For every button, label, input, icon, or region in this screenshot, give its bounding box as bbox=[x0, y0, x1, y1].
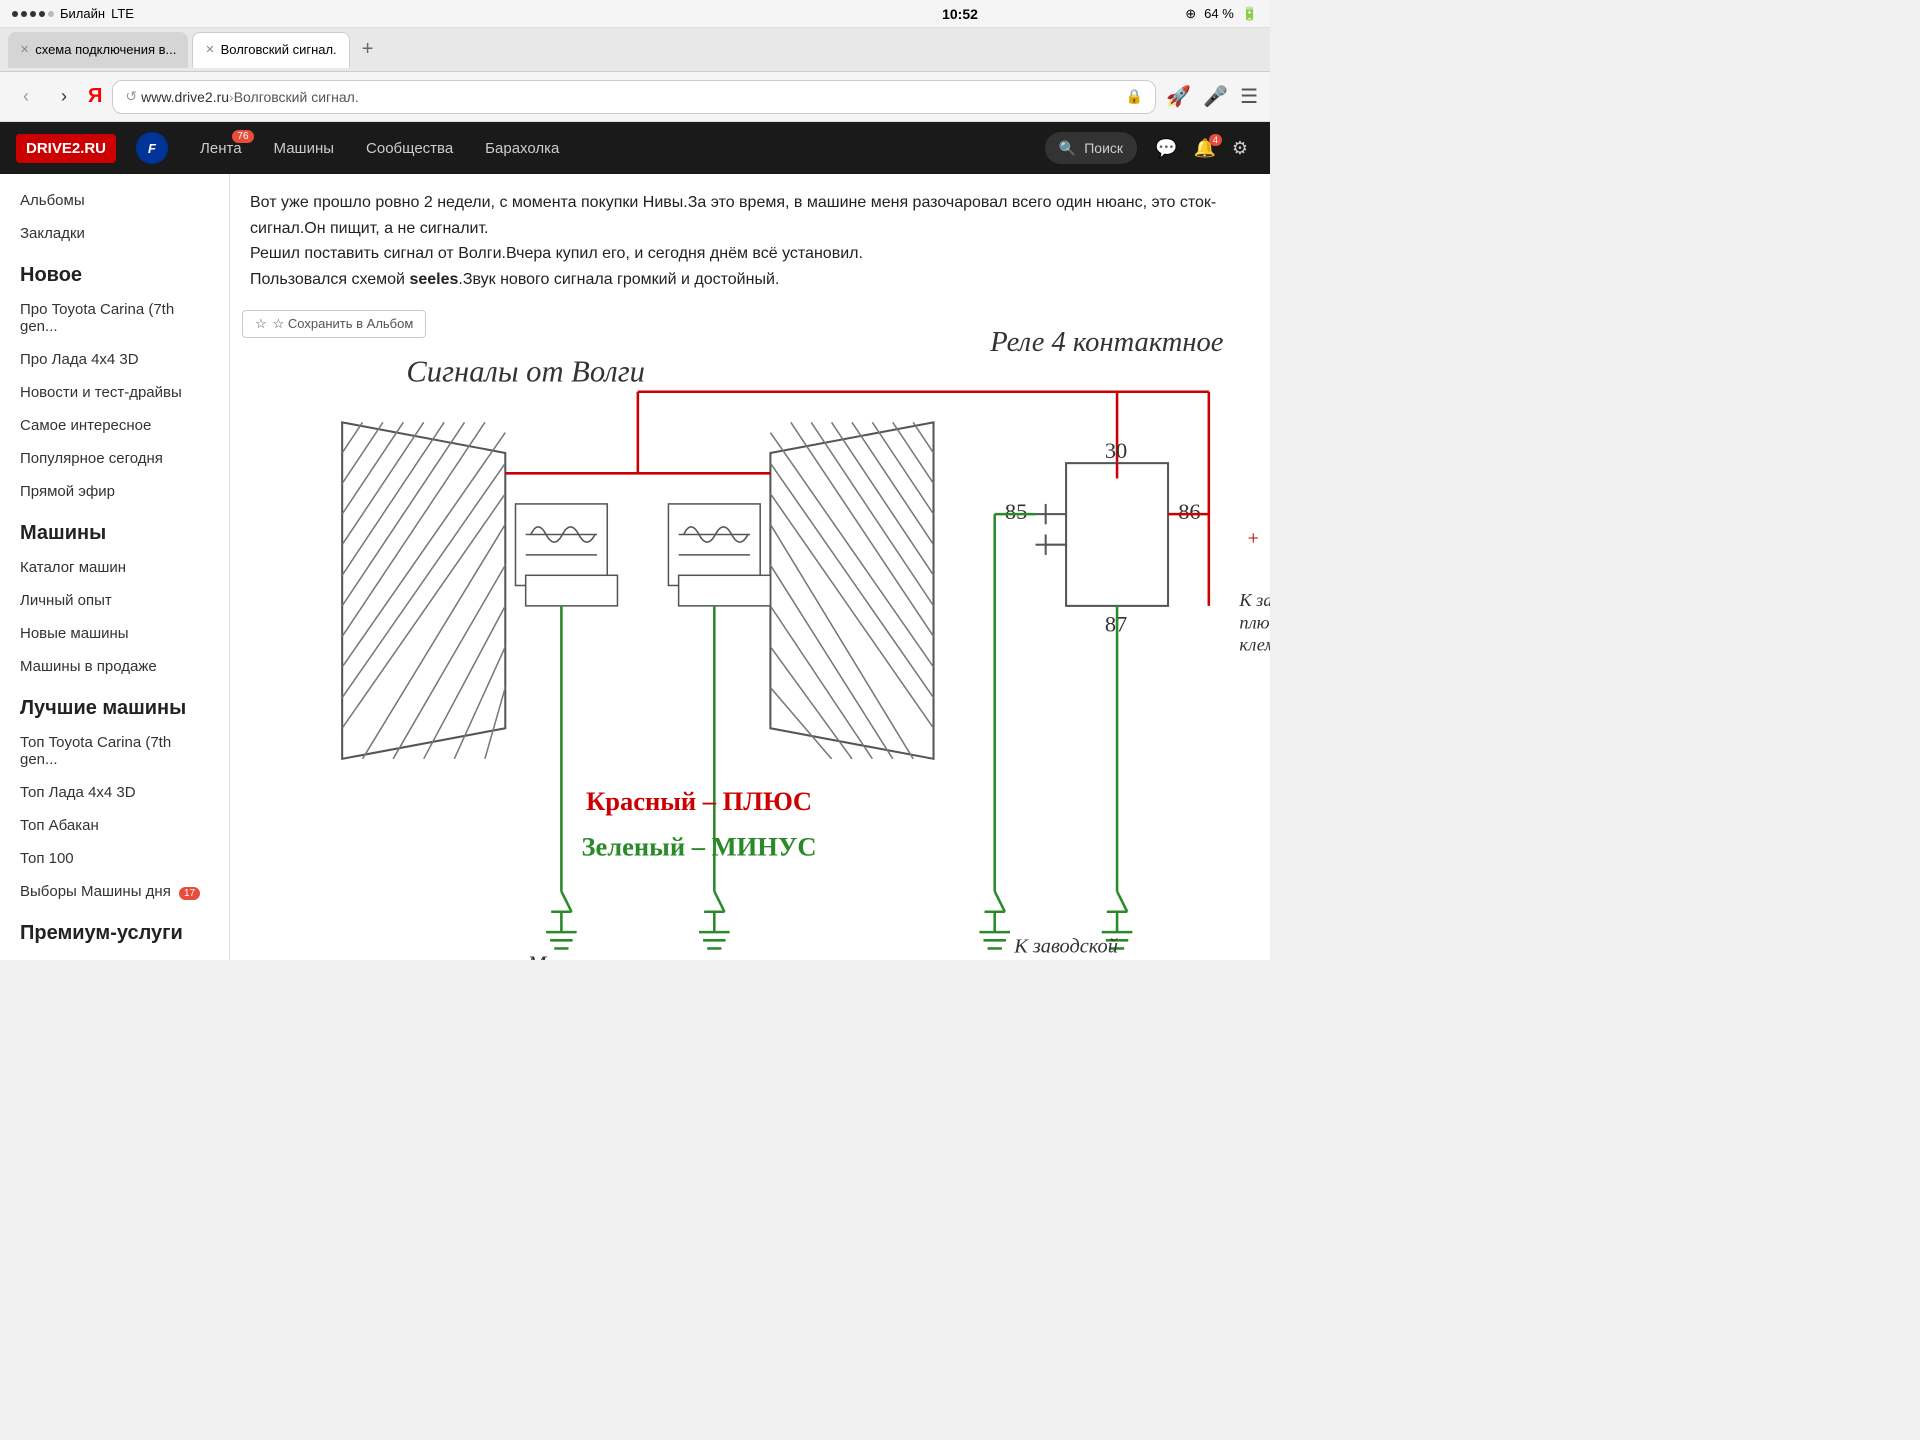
search-bar[interactable]: 🔍 Поиск bbox=[1045, 132, 1137, 164]
status-left: Билайн LTE bbox=[12, 6, 134, 21]
ford-icon[interactable]: F bbox=[136, 132, 168, 164]
settings-icon[interactable]: ⚙ bbox=[1226, 132, 1254, 165]
label-plus-terminal: К заводской bbox=[1238, 590, 1270, 610]
sidebar-item-for-sale[interactable]: Машины в продаже bbox=[0, 650, 229, 683]
time-display: 10:52 bbox=[942, 6, 978, 22]
author-ref[interactable]: seeles bbox=[409, 271, 458, 288]
sidebar-item-personal[interactable]: Личный опыт bbox=[0, 584, 229, 617]
sidebar-item-top-100[interactable]: Топ 100 bbox=[0, 842, 229, 875]
nav-item-communities[interactable]: Сообщества bbox=[350, 122, 469, 174]
feed-badge: 76 bbox=[232, 130, 253, 143]
status-bar: Билайн LTE 10:52 ⊕ 64 % 🔋 bbox=[0, 0, 1270, 28]
sidebar-item-albums[interactable]: Альбомы bbox=[0, 184, 229, 217]
sidebar-item-live[interactable]: Прямой эфир bbox=[0, 475, 229, 508]
new-tab-button[interactable]: + bbox=[354, 38, 382, 61]
signal-dots bbox=[12, 11, 54, 17]
right-coil-box bbox=[668, 504, 760, 586]
nav-item-feed[interactable]: Лента 76 bbox=[184, 122, 258, 174]
tab-2[interactable]: ✕ Волговский сигнал. bbox=[192, 32, 349, 68]
battery-icon: 🔋 bbox=[1242, 6, 1258, 22]
tab-1[interactable]: ✕ схема подключения в... bbox=[8, 32, 188, 68]
label-minus-terminal: К заводской bbox=[1013, 936, 1118, 958]
tab-bar: ✕ схема подключения в... ✕ Волговский си… bbox=[0, 28, 1270, 72]
forward-button[interactable]: › bbox=[50, 83, 78, 111]
svg-text:клеме: клеме bbox=[1239, 635, 1270, 655]
sidebar-section-premium: Премиум-услуги bbox=[0, 908, 229, 951]
url-path: Волговский сигнал. bbox=[234, 89, 359, 105]
sidebar-item-interesting[interactable]: Самое интересное bbox=[0, 409, 229, 442]
carrier-label: Билайн bbox=[60, 6, 105, 21]
tab-close-1[interactable]: ✕ bbox=[20, 43, 29, 56]
sidebar-item-lada4x4[interactable]: Про Лада 4x4 3D bbox=[0, 343, 229, 376]
sidebar-item-car-of-day[interactable]: Выборы Машины дня 17 bbox=[0, 875, 229, 908]
svg-text:+: + bbox=[1248, 528, 1260, 550]
pin-86-label: 86 bbox=[1178, 500, 1200, 525]
nav-item-cars[interactable]: Машины bbox=[258, 122, 350, 174]
diagram-label-signals: Сигналы от Волги bbox=[406, 355, 645, 389]
sidebar-section-cars: Машины bbox=[0, 508, 229, 551]
save-to-album-button[interactable]: ☆ ☆ Сохранить в Альбом bbox=[242, 310, 426, 338]
legend-green: Зеленый – МИНУС bbox=[582, 832, 817, 862]
article-text: Вот уже прошло ровно 2 недели, с момента… bbox=[230, 174, 1250, 300]
url-domain: www.drive2.ru bbox=[141, 89, 229, 105]
sidebar-section-best: Лучшие машины bbox=[0, 683, 229, 726]
pin-85-label: 85 bbox=[1005, 500, 1027, 525]
star-icon: ☆ bbox=[255, 316, 267, 332]
sidebar-item-bookmarks[interactable]: Закладки bbox=[0, 217, 229, 250]
label-body-mass: Масса от кузова bbox=[527, 951, 687, 960]
reload-icon[interactable]: ↺ bbox=[125, 88, 137, 105]
content-area: Вот уже прошло ровно 2 недели, с момента… bbox=[230, 174, 1270, 960]
microphone-icon[interactable]: 🎤 bbox=[1203, 84, 1228, 109]
search-placeholder: Поиск bbox=[1084, 140, 1123, 156]
site-navbar: DRIVE2.RU F Лента 76 Машины Сообщества Б… bbox=[0, 122, 1270, 174]
sidebar-item-carina[interactable]: Про Toyota Carina (7th gen... bbox=[0, 293, 229, 343]
search-icon: 🔍 bbox=[1059, 140, 1076, 157]
address-bar: ‹ › Я ↺ www.drive2.ru › Волговский сигна… bbox=[0, 72, 1270, 122]
sidebar-item-top-abakan[interactable]: Топ Абакан bbox=[0, 809, 229, 842]
left-coil-box bbox=[515, 504, 607, 586]
battery-label: 64 % bbox=[1204, 6, 1234, 21]
pin-30-label: 30 bbox=[1105, 438, 1127, 463]
diagram-label-relay: Реле 4 контактное bbox=[989, 327, 1224, 358]
notifications-icon[interactable]: 🔔 4 bbox=[1187, 132, 1221, 165]
tab-close-2[interactable]: ✕ bbox=[205, 43, 214, 56]
sidebar-section-new: Новое bbox=[0, 250, 229, 293]
lock-icon: 🔒 bbox=[1126, 88, 1143, 105]
site-logo[interactable]: DRIVE2.RU bbox=[16, 134, 116, 163]
messages-icon[interactable]: 💬 bbox=[1149, 132, 1183, 165]
sidebar-item-catalog[interactable]: Каталог машин bbox=[0, 551, 229, 584]
sidebar-item-popular[interactable]: Популярное сегодня bbox=[0, 442, 229, 475]
legend-red: Красный – ПЛЮС bbox=[586, 786, 812, 816]
share-icon[interactable]: 🚀 bbox=[1166, 84, 1191, 109]
diagram-container: ☆ ☆ Сохранить в Альбом Сигналы от Волги … bbox=[230, 300, 1270, 960]
sidebar: Альбомы Закладки Новое Про Toyota Carina… bbox=[0, 174, 230, 960]
menu-icon[interactable]: ☰ bbox=[1240, 84, 1258, 109]
location-icon: ⊕ bbox=[1185, 6, 1196, 22]
yandex-logo[interactable]: Я bbox=[88, 85, 102, 108]
main-layout: Альбомы Закладки Новое Про Toyota Carina… bbox=[0, 174, 1270, 960]
svg-text:плюсовой: плюсовой bbox=[1239, 613, 1270, 633]
status-right: ⊕ 64 % 🔋 bbox=[1185, 6, 1258, 22]
sidebar-item-news[interactable]: Новости и тест-драйвы bbox=[0, 376, 229, 409]
relay-box bbox=[1066, 464, 1168, 607]
nav-item-marketplace[interactable]: Барахолка bbox=[469, 122, 575, 174]
address-right-icons: 🚀 🎤 ☰ bbox=[1166, 84, 1258, 109]
tab-label-1: схема подключения в... bbox=[35, 42, 176, 57]
sidebar-item-top-carina[interactable]: Топ Toyota Carina (7th gen... bbox=[0, 726, 229, 776]
sidebar-item-new-cars[interactable]: Новые машины bbox=[0, 617, 229, 650]
sidebar-item-topup[interactable]: Пополнить счёт (7 кредитов) bbox=[0, 951, 229, 960]
svg-text:минусовой: минусовой bbox=[1020, 958, 1111, 960]
tab-label-2: Волговский сигнал. bbox=[221, 42, 337, 57]
url-bar[interactable]: ↺ www.drive2.ru › Волговский сигнал. 🔒 bbox=[112, 80, 1156, 114]
back-button[interactable]: ‹ bbox=[12, 83, 40, 111]
article-paragraph: Вот уже прошло ровно 2 недели, с момента… bbox=[250, 190, 1230, 292]
car-of-day-badge: 17 bbox=[179, 887, 200, 900]
wiring-diagram: Сигналы от Волги Реле 4 контактное bbox=[230, 300, 1270, 960]
navbar-icons: 💬 🔔 4 ⚙ bbox=[1149, 132, 1254, 165]
ford-label: F bbox=[148, 141, 156, 156]
notif-badge: 4 bbox=[1209, 134, 1222, 146]
sidebar-item-top-lada[interactable]: Топ Лада 4x4 3D bbox=[0, 776, 229, 809]
network-label: LTE bbox=[111, 6, 134, 21]
